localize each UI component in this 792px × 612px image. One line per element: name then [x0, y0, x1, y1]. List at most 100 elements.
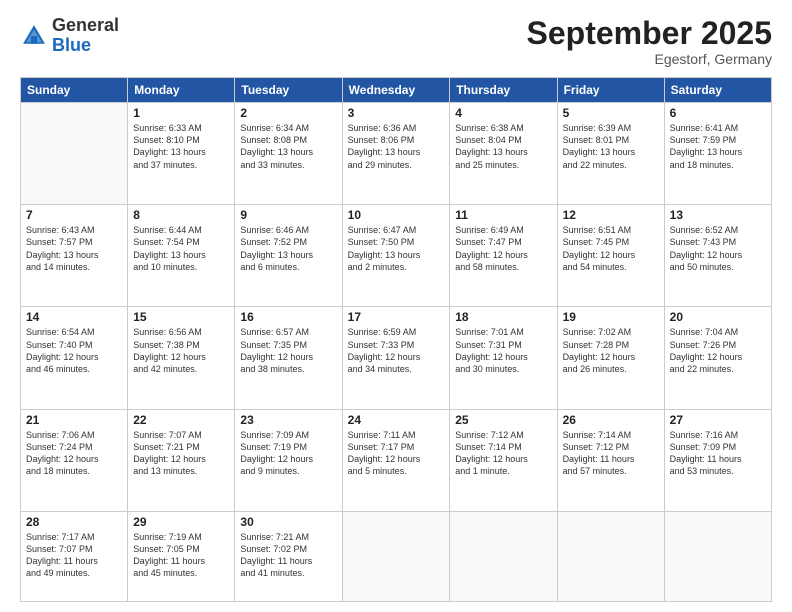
col-monday: Monday — [128, 78, 235, 103]
week-row-0: 1Sunrise: 6:33 AM Sunset: 8:10 PM Daylig… — [21, 103, 772, 205]
day-cell: 29Sunrise: 7:19 AM Sunset: 7:05 PM Dayli… — [128, 511, 235, 601]
day-info: Sunrise: 7:17 AM Sunset: 7:07 PM Dayligh… — [26, 531, 122, 580]
day-cell: 2Sunrise: 6:34 AM Sunset: 8:08 PM Daylig… — [235, 103, 342, 205]
day-info: Sunrise: 7:11 AM Sunset: 7:17 PM Dayligh… — [348, 429, 445, 478]
calendar: Sunday Monday Tuesday Wednesday Thursday… — [20, 77, 772, 602]
day-number: 21 — [26, 413, 122, 427]
day-info: Sunrise: 6:41 AM Sunset: 7:59 PM Dayligh… — [670, 122, 766, 171]
day-info: Sunrise: 6:44 AM Sunset: 7:54 PM Dayligh… — [133, 224, 229, 273]
day-cell: 18 Sunrise: 7:01 AM Sunset: 7:31 PM Dayli… — [450, 307, 557, 409]
day-info: Sunrise: 7:21 AM Sunset: 7:02 PM Dayligh… — [240, 531, 336, 580]
day-cell: 23 Sunrise: 7:09 AM Sunset: 7:19 PM Dayli… — [235, 409, 342, 511]
header: General Blue September 2025 Egestorf, Ge… — [20, 16, 772, 67]
col-wednesday: Wednesday — [342, 78, 450, 103]
day-number: 6 — [670, 106, 766, 120]
day-number: 23 — [240, 413, 336, 427]
week-row-3: 21 Sunrise: 7:06 AM Sunset: 7:24 PM Dayli… — [21, 409, 772, 511]
logo-icon — [20, 22, 48, 50]
day-info: Sunrise: 6:46 AM Sunset: 7:52 PM Dayligh… — [240, 224, 336, 273]
day-cell: 28 Sunrise: 7:17 AM Sunset: 7:07 PM Dayli… — [21, 511, 128, 601]
col-sunday: Sunday — [21, 78, 128, 103]
day-number: 5 — [563, 106, 659, 120]
day-cell: 5Sunrise: 6:39 AM Sunset: 8:01 PM Daylig… — [557, 103, 664, 205]
day-info: Sunrise: 6:54 AM Sunset: 7:40 PM Dayligh… — [26, 326, 122, 375]
day-cell: 15 Sunrise: 6:56 AM Sunset: 7:38 PM Dayli… — [128, 307, 235, 409]
day-cell: 25Sunrise: 7:12 AM Sunset: 7:14 PM Dayli… — [450, 409, 557, 511]
day-number: 29 — [133, 515, 229, 529]
day-info: Sunrise: 6:56 AM Sunset: 7:38 PM Dayligh… — [133, 326, 229, 375]
day-cell: 9 Sunrise: 6:46 AM Sunset: 7:52 PM Daylig… — [235, 205, 342, 307]
day-info: Sunrise: 6:47 AM Sunset: 7:50 PM Dayligh… — [348, 224, 445, 273]
col-thursday: Thursday — [450, 78, 557, 103]
day-cell: 19Sunrise: 7:02 AM Sunset: 7:28 PM Dayli… — [557, 307, 664, 409]
day-cell: 20 Sunrise: 7:04 AM Sunset: 7:26 PM Dayli… — [664, 307, 771, 409]
day-cell: 27 Sunrise: 7:16 AM Sunset: 7:09 PM Dayli… — [664, 409, 771, 511]
day-number: 27 — [670, 413, 766, 427]
day-cell: 1Sunrise: 6:33 AM Sunset: 8:10 PM Daylig… — [128, 103, 235, 205]
day-info: Sunrise: 7:14 AM Sunset: 7:12 PM Dayligh… — [563, 429, 659, 478]
day-cell: 14 Sunrise: 6:54 AM Sunset: 7:40 PM Dayli… — [21, 307, 128, 409]
day-info: Sunrise: 6:51 AM Sunset: 7:45 PM Dayligh… — [563, 224, 659, 273]
day-info: Sunrise: 6:52 AM Sunset: 7:43 PM Dayligh… — [670, 224, 766, 273]
day-cell — [557, 511, 664, 601]
day-cell: 12Sunrise: 6:51 AM Sunset: 7:45 PM Dayli… — [557, 205, 664, 307]
day-number: 18 — [455, 310, 551, 324]
day-cell: 6 Sunrise: 6:41 AM Sunset: 7:59 PM Daylig… — [664, 103, 771, 205]
day-info: Sunrise: 7:09 AM Sunset: 7:19 PM Dayligh… — [240, 429, 336, 478]
day-info: Sunrise: 6:59 AM Sunset: 7:33 PM Dayligh… — [348, 326, 445, 375]
day-number: 13 — [670, 208, 766, 222]
day-cell — [21, 103, 128, 205]
day-number: 10 — [348, 208, 445, 222]
day-cell: 10 Sunrise: 6:47 AM Sunset: 7:50 PM Dayli… — [342, 205, 450, 307]
day-info: Sunrise: 7:01 AM Sunset: 7:31 PM Dayligh… — [455, 326, 551, 375]
day-info: Sunrise: 7:02 AM Sunset: 7:28 PM Dayligh… — [563, 326, 659, 375]
day-number: 7 — [26, 208, 122, 222]
day-number: 11 — [455, 208, 551, 222]
day-cell: 22 Sunrise: 7:07 AM Sunset: 7:21 PM Dayli… — [128, 409, 235, 511]
day-info: Sunrise: 6:43 AM Sunset: 7:57 PM Dayligh… — [26, 224, 122, 273]
day-number: 8 — [133, 208, 229, 222]
logo-blue: Blue — [52, 35, 91, 55]
day-cell — [664, 511, 771, 601]
day-cell: 4 Sunrise: 6:38 AM Sunset: 8:04 PM Daylig… — [450, 103, 557, 205]
day-cell: 8 Sunrise: 6:44 AM Sunset: 7:54 PM Daylig… — [128, 205, 235, 307]
logo-general: General — [52, 15, 119, 35]
day-cell: 21 Sunrise: 7:06 AM Sunset: 7:24 PM Dayli… — [21, 409, 128, 511]
day-info: Sunrise: 6:49 AM Sunset: 7:47 PM Dayligh… — [455, 224, 551, 273]
day-info: Sunrise: 7:06 AM Sunset: 7:24 PM Dayligh… — [26, 429, 122, 478]
day-info: Sunrise: 7:07 AM Sunset: 7:21 PM Dayligh… — [133, 429, 229, 478]
day-number: 26 — [563, 413, 659, 427]
day-number: 14 — [26, 310, 122, 324]
day-number: 3 — [348, 106, 445, 120]
day-number: 4 — [455, 106, 551, 120]
day-cell — [450, 511, 557, 601]
day-cell: 7 Sunrise: 6:43 AM Sunset: 7:57 PM Daylig… — [21, 205, 128, 307]
day-cell: 26 Sunrise: 7:14 AM Sunset: 7:12 PM Dayli… — [557, 409, 664, 511]
day-info: Sunrise: 6:38 AM Sunset: 8:04 PM Dayligh… — [455, 122, 551, 171]
col-tuesday: Tuesday — [235, 78, 342, 103]
day-info: Sunrise: 6:36 AM Sunset: 8:06 PM Dayligh… — [348, 122, 445, 171]
day-number: 17 — [348, 310, 445, 324]
day-info: Sunrise: 7:16 AM Sunset: 7:09 PM Dayligh… — [670, 429, 766, 478]
day-number: 22 — [133, 413, 229, 427]
day-cell: 11 Sunrise: 6:49 AM Sunset: 7:47 PM Dayli… — [450, 205, 557, 307]
col-friday: Friday — [557, 78, 664, 103]
day-cell: 16Sunrise: 6:57 AM Sunset: 7:35 PM Dayli… — [235, 307, 342, 409]
day-info: Sunrise: 7:04 AM Sunset: 7:26 PM Dayligh… — [670, 326, 766, 375]
day-number: 2 — [240, 106, 336, 120]
day-cell: 17 Sunrise: 6:59 AM Sunset: 7:33 PM Dayli… — [342, 307, 450, 409]
day-info: Sunrise: 6:57 AM Sunset: 7:35 PM Dayligh… — [240, 326, 336, 375]
day-number: 9 — [240, 208, 336, 222]
day-info: Sunrise: 7:12 AM Sunset: 7:14 PM Dayligh… — [455, 429, 551, 478]
day-number: 24 — [348, 413, 445, 427]
day-number: 20 — [670, 310, 766, 324]
logo: General Blue — [20, 16, 119, 56]
week-row-2: 14 Sunrise: 6:54 AM Sunset: 7:40 PM Dayli… — [21, 307, 772, 409]
day-cell: 24 Sunrise: 7:11 AM Sunset: 7:17 PM Dayli… — [342, 409, 450, 511]
subtitle: Egestorf, Germany — [527, 51, 772, 67]
day-number: 28 — [26, 515, 122, 529]
day-number: 1 — [133, 106, 229, 120]
logo-text: General Blue — [52, 16, 119, 56]
day-number: 15 — [133, 310, 229, 324]
week-row-1: 7 Sunrise: 6:43 AM Sunset: 7:57 PM Daylig… — [21, 205, 772, 307]
